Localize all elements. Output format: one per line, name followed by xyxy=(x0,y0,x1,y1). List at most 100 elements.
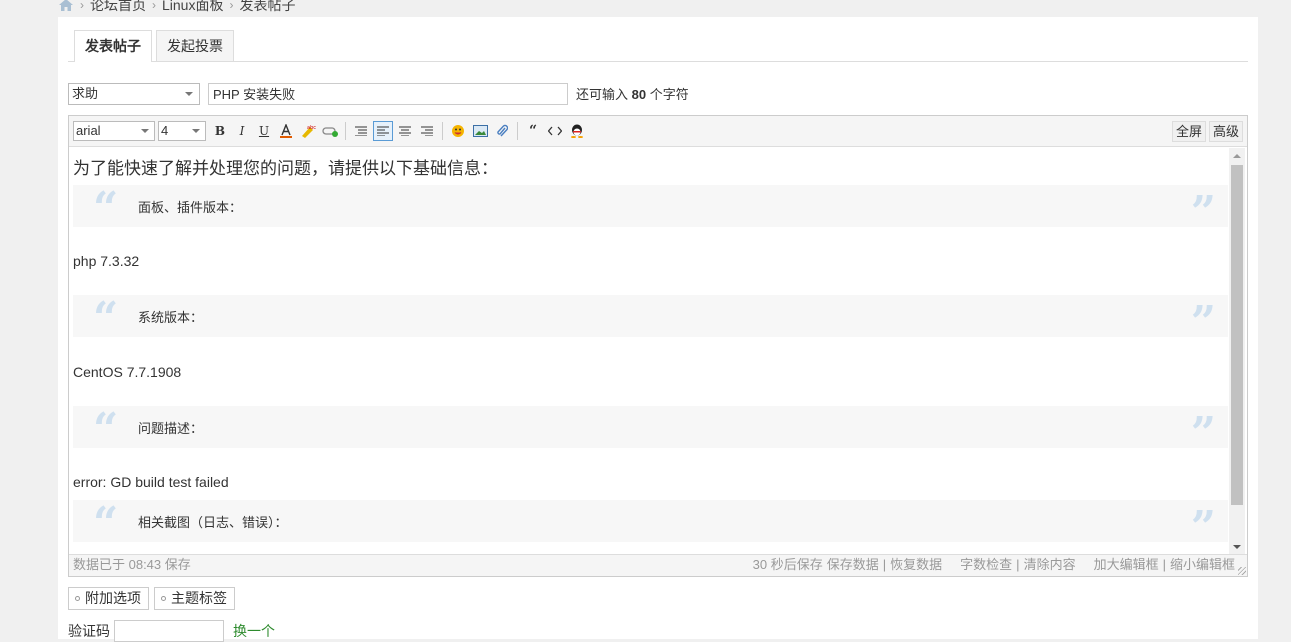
breadcrumb-new-post: 发表帖子 xyxy=(239,0,296,13)
scroll-up-icon[interactable] xyxy=(1233,154,1241,158)
breadcrumb-linux-panel[interactable]: Linux面板 xyxy=(162,0,223,15)
background-color-icon[interactable]: abc xyxy=(298,121,318,141)
post-panel: 发表帖子 发起投票 求助 还可输入 80 个字符 arial 4 B I U xyxy=(58,17,1258,642)
answer-text: error: GD build test failed xyxy=(73,474,229,490)
statusbar-divider: | xyxy=(882,557,887,572)
breadcrumb-separator: › xyxy=(229,0,234,12)
subject-row: 求助 还可输入 80 个字符 xyxy=(68,82,689,105)
emoji-icon[interactable] xyxy=(448,121,468,141)
resize-handle-icon[interactable] xyxy=(1238,567,1246,575)
align-left-icon[interactable] xyxy=(373,121,393,141)
open-quote-icon: “ xyxy=(93,404,119,455)
statusbar-gap xyxy=(946,555,956,575)
font-size-select[interactable]: 4 xyxy=(158,121,206,141)
autosave-status: 数据已于 08:43 保存 xyxy=(73,557,191,572)
char-count-hint: 还可输入 80 个字符 xyxy=(576,84,689,103)
intro-text: 为了能快速了解并处理您的问题，请提供以下基础信息： xyxy=(73,159,498,178)
thread-type-select[interactable]: 求助 xyxy=(68,82,200,105)
fullscreen-button[interactable]: 全屏 xyxy=(1171,121,1206,142)
extra-options-label: 附加选项 xyxy=(85,590,141,606)
quote-block: “ 面板、插件版本： ” xyxy=(73,185,1228,235)
close-quote-icon: ” xyxy=(1190,502,1216,553)
word-count-link[interactable]: 字数检查 xyxy=(960,555,1012,575)
autosave-countdown: 30 秒后保存 xyxy=(752,557,823,572)
svg-text:abc: abc xyxy=(307,125,316,131)
bold-icon[interactable]: B xyxy=(210,121,230,141)
underline-icon[interactable]: U xyxy=(254,121,274,141)
tab-new-post[interactable]: 发表帖子 xyxy=(74,30,152,62)
font-family-value: arial xyxy=(76,123,101,138)
quote-icon[interactable]: “ xyxy=(523,121,543,141)
quote-text: 相关截图（日志、错误）： xyxy=(138,515,288,530)
close-quote-icon: ” xyxy=(1190,297,1216,348)
editor-content[interactable]: 为了能快速了解并处理您的问题，请提供以下基础信息： “ 面板、插件版本： ” p… xyxy=(69,148,1228,555)
breadcrumb-separator: › xyxy=(152,0,156,12)
toolbar-divider xyxy=(442,122,443,140)
align-right-icon[interactable] xyxy=(417,121,437,141)
quote-block: “ 系统版本： ” xyxy=(73,295,1228,345)
char-count-value: 80 xyxy=(631,87,647,102)
bullet-icon xyxy=(75,596,80,601)
open-quote-icon: “ xyxy=(93,498,119,549)
subject-input[interactable] xyxy=(208,82,568,105)
breadcrumb: › 论坛首页 › Linux面板 › 发表帖子 xyxy=(58,0,295,14)
char-count-prefix: 还可输入 xyxy=(576,87,629,102)
image-icon[interactable] xyxy=(470,121,490,141)
open-quote-icon: “ xyxy=(93,183,119,234)
chevron-down-icon xyxy=(185,91,193,96)
scroll-thumb[interactable] xyxy=(1231,165,1243,505)
attachment-icon[interactable] xyxy=(492,121,512,141)
qq-icon[interactable] xyxy=(567,121,587,141)
close-quote-icon: ” xyxy=(1190,187,1216,238)
link-icon[interactable] xyxy=(320,121,340,141)
align-center-icon[interactable] xyxy=(395,121,415,141)
clear-content-link[interactable]: 清除内容 xyxy=(1024,555,1076,575)
statusbar-actions: 30 秒后保存 保存数据 | 恢复数据 字数检查 | 清除内容 加大编辑框 | … xyxy=(753,555,1235,575)
font-size-value: 4 xyxy=(161,123,169,138)
thread-type-value: 求助 xyxy=(72,85,99,101)
extra-options: 附加选项 主题标签 xyxy=(68,587,235,610)
bullet-icon xyxy=(161,596,166,601)
answer-text: php 7.3.32 xyxy=(73,253,140,269)
editor-scrollbar[interactable] xyxy=(1229,148,1245,555)
chevron-down-icon xyxy=(141,129,149,133)
toolbar-right: 全屏 高级 xyxy=(1171,121,1243,142)
italic-icon[interactable]: I xyxy=(232,121,252,141)
answer-text: CentOS 7.7.1908 xyxy=(73,364,182,380)
toolbar-divider xyxy=(517,122,518,140)
captcha-label: 验证码 xyxy=(68,623,110,639)
open-quote-icon: “ xyxy=(93,293,119,344)
tab-new-poll[interactable]: 发起投票 xyxy=(156,30,234,61)
topic-tags-button[interactable]: 主题标签 xyxy=(154,587,235,610)
statusbar-divider: | xyxy=(1162,557,1166,572)
font-family-select[interactable]: arial xyxy=(73,121,155,141)
close-quote-icon: ” xyxy=(1190,408,1216,459)
shrink-editor-link[interactable]: 缩小编辑框 xyxy=(1170,555,1235,575)
post-tabs: 发表帖子 发起投票 xyxy=(68,30,1248,62)
editor-statusbar: 数据已于 08:43 保存 30 秒后保存 保存数据 | 恢复数据 字数检查 |… xyxy=(69,554,1247,576)
captcha-refresh-link[interactable]: 换一个 xyxy=(233,621,275,641)
quote-block: “ 相关截图（日志、错误）： ” xyxy=(73,500,1228,550)
char-count-suffix: 个字符 xyxy=(649,87,689,102)
code-icon[interactable] xyxy=(545,121,565,141)
save-data-link[interactable]: 保存数据 xyxy=(827,555,879,575)
quote-block: “ 问题描述： ” xyxy=(73,406,1228,456)
breadcrumb-separator: › xyxy=(80,0,84,12)
statusbar-gap xyxy=(1080,555,1090,575)
scroll-down-icon[interactable] xyxy=(1233,545,1241,549)
topic-tags-label: 主题标签 xyxy=(171,590,227,606)
quote-text: 系统版本： xyxy=(138,310,204,325)
chevron-down-icon xyxy=(192,129,200,133)
quote-text: 面板、插件版本： xyxy=(138,200,243,215)
extra-options-button[interactable]: 附加选项 xyxy=(68,587,149,610)
quote-text: 问题描述： xyxy=(138,421,204,436)
editor-toolbar: arial 4 B I U abc “ 全屏 高级 xyxy=(69,116,1247,147)
font-color-icon[interactable] xyxy=(276,121,296,141)
rich-text-editor: arial 4 B I U abc “ 全屏 高级 为了能快速了解并处理您的问题… xyxy=(68,115,1248,577)
advanced-mode-button[interactable]: 高级 xyxy=(1208,121,1243,142)
home-icon[interactable] xyxy=(58,0,74,12)
enlarge-editor-link[interactable]: 加大编辑框 xyxy=(1094,555,1159,575)
indent-icon[interactable] xyxy=(351,121,371,141)
restore-data-link[interactable]: 恢复数据 xyxy=(890,555,942,575)
breadcrumb-forum-home[interactable]: 论坛首页 xyxy=(90,0,146,15)
